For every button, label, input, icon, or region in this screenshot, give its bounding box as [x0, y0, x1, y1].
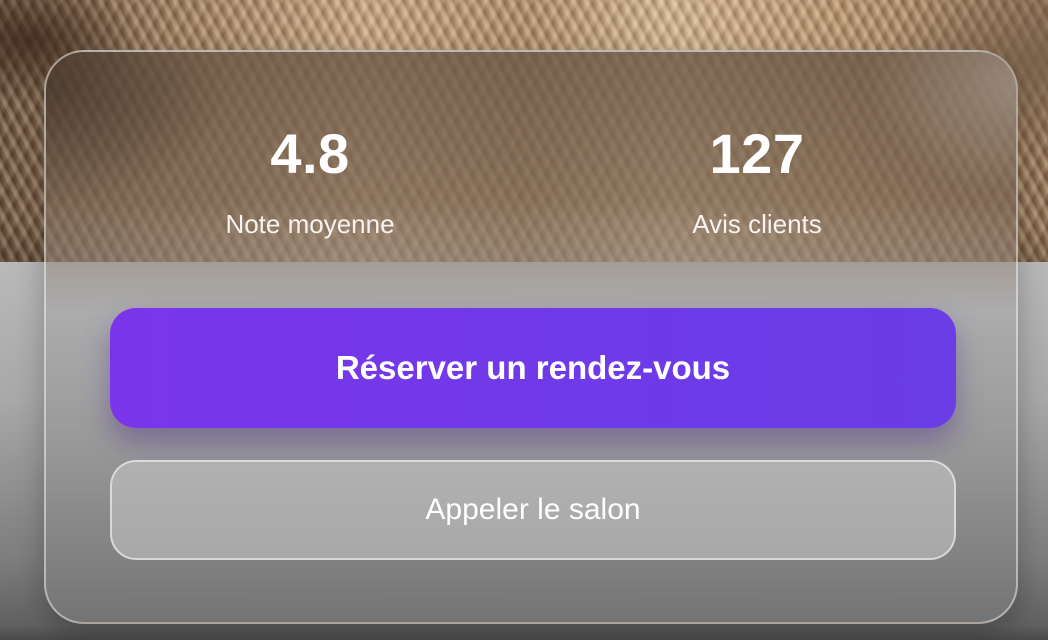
salon-screen: 4.8 Note moyenne 127 Avis clients Réserv… — [0, 0, 1048, 640]
book-appointment-label: Réserver un rendez-vous — [335, 349, 731, 386]
call-salon-button[interactable]: Appeler le salon — [110, 460, 956, 560]
reviews-label: Avis clients — [692, 209, 822, 239]
call-salon-label: Appeler le salon — [425, 493, 641, 526]
rating-label: Note moyenne — [225, 209, 395, 239]
rating-value: 4.8 — [270, 122, 350, 185]
reviews-count: 127 — [709, 122, 805, 185]
book-appointment-button[interactable]: Réserver un rendez-vous — [110, 308, 956, 428]
bottom-edge — [0, 628, 1048, 640]
reviews-stat: 127 Avis clients — [607, 120, 907, 240]
salon-info-card: 4.8 Note moyenne 127 Avis clients Réserv… — [44, 50, 1018, 624]
rating-stat: 4.8 Note moyenne — [160, 120, 460, 240]
